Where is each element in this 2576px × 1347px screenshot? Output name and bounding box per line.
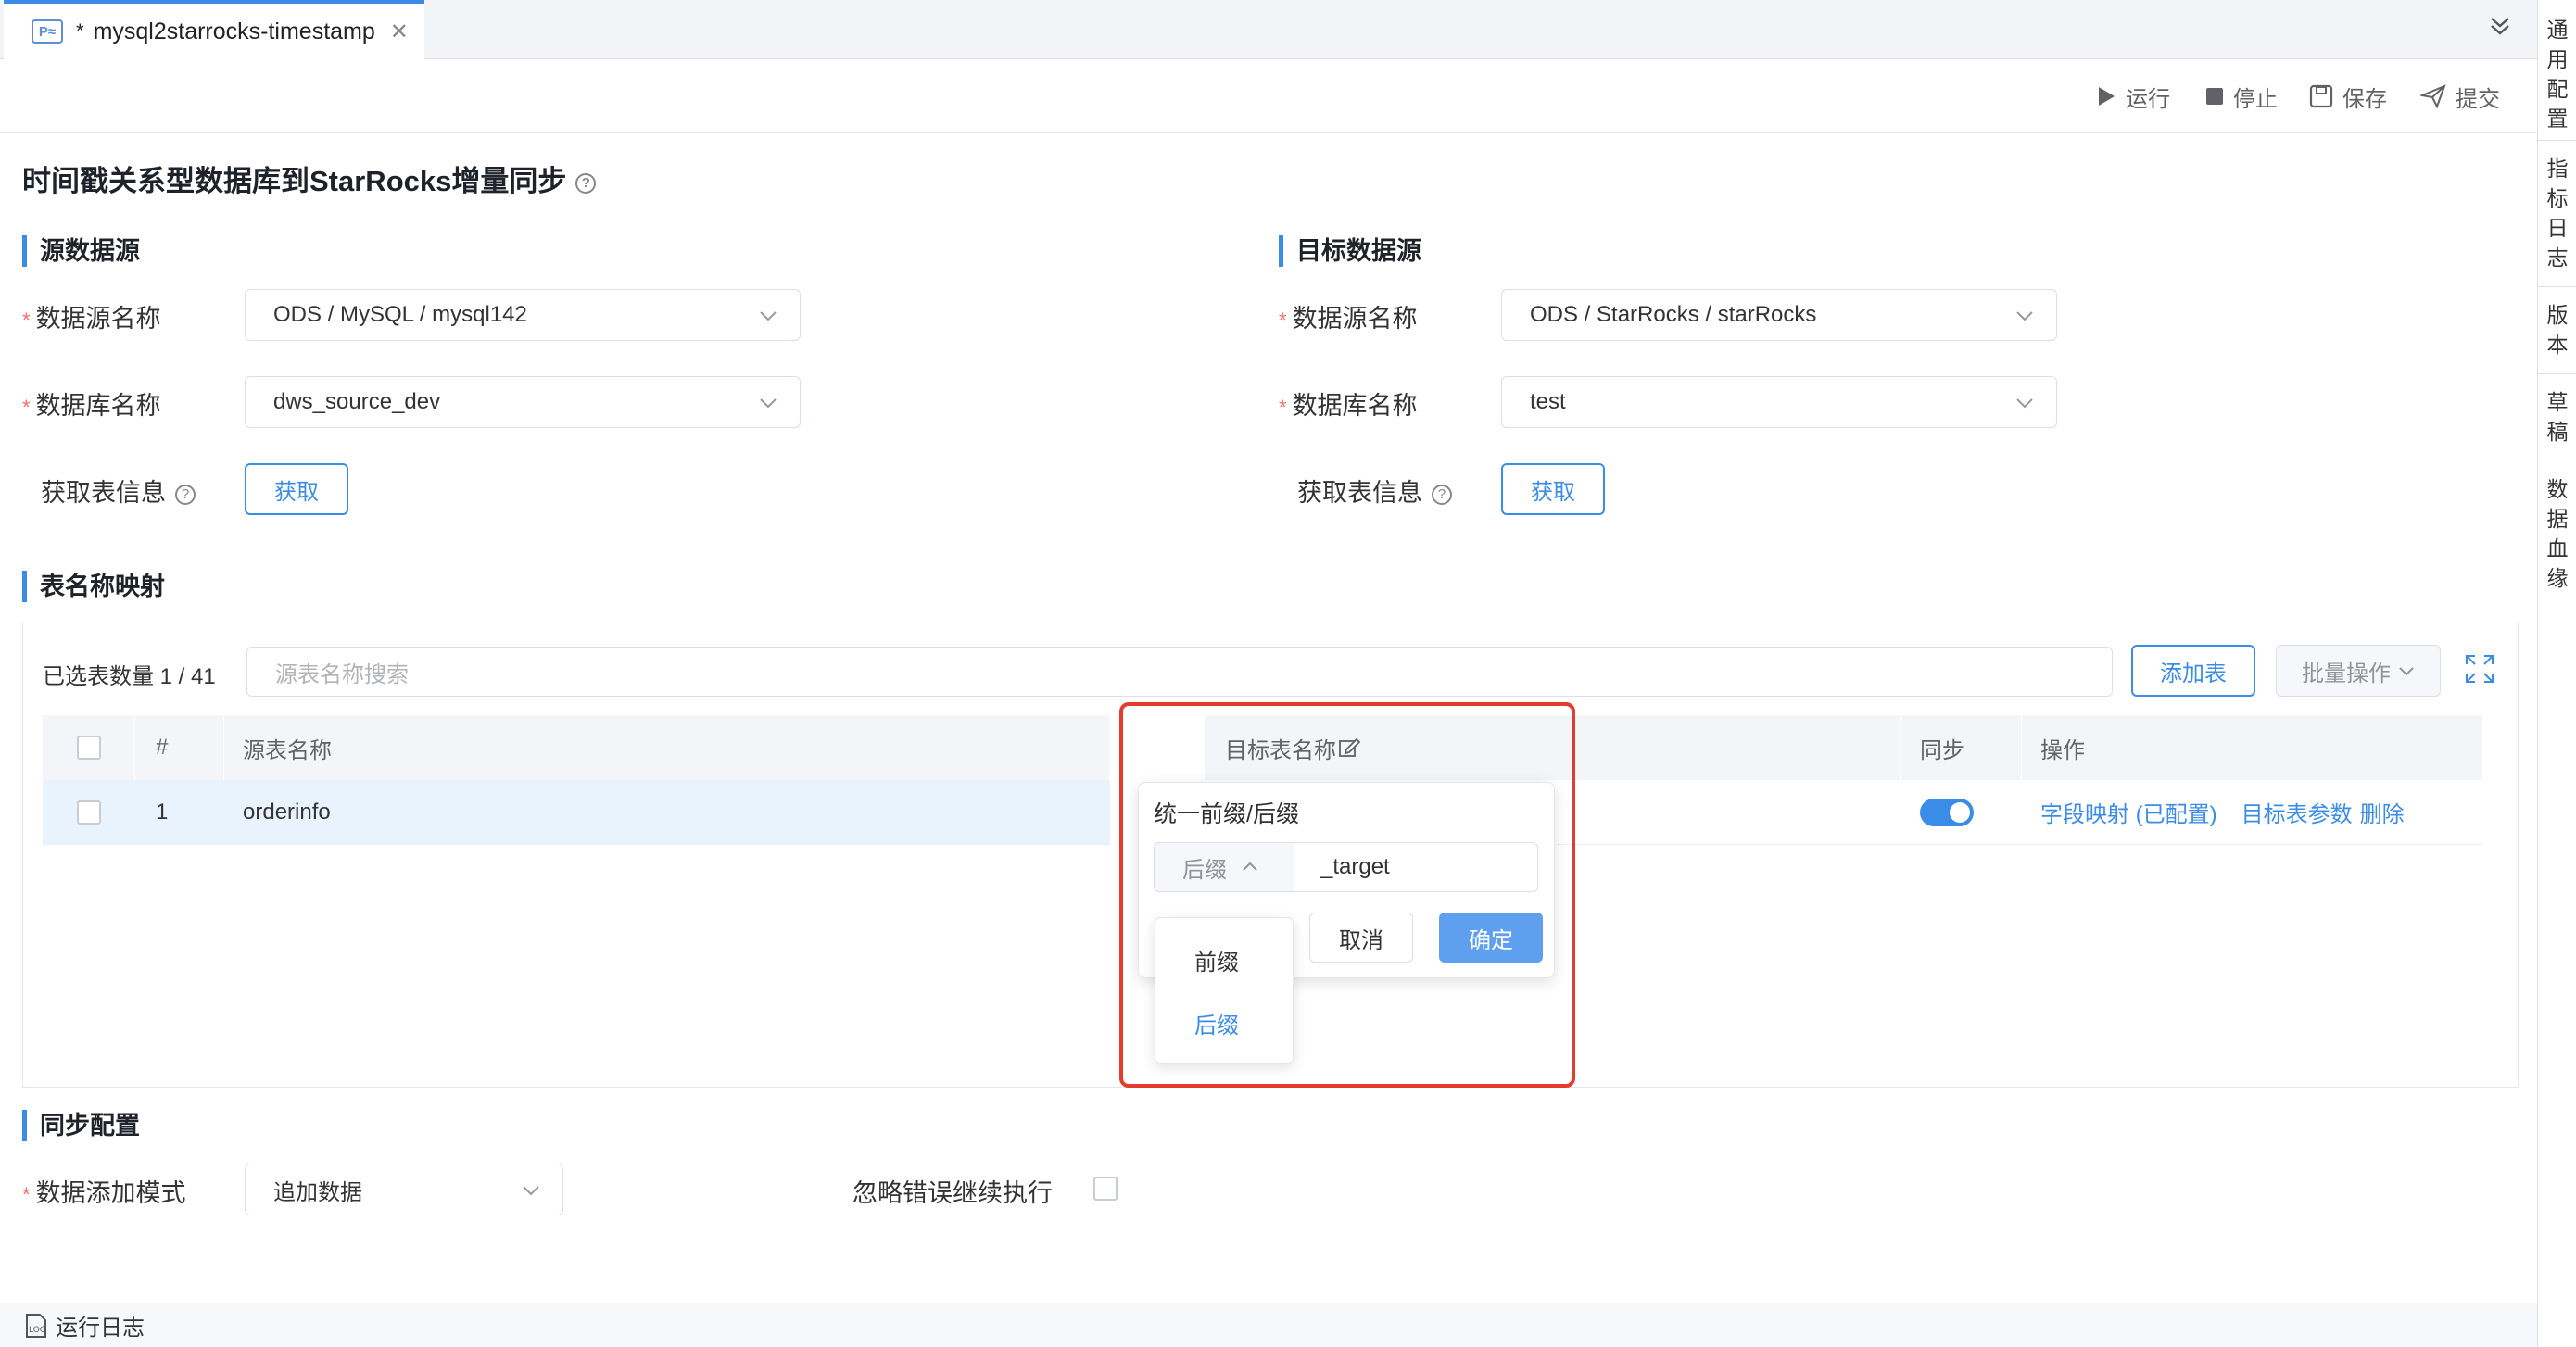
- toolbar: 运行 停止 保存 提交: [0, 59, 2537, 133]
- fullscreen-icon[interactable]: [2465, 654, 2494, 688]
- run-log-tab[interactable]: 运行日志: [56, 1309, 145, 1341]
- page-title-text: 时间戳关系型数据库到StarRocks增量同步: [22, 165, 567, 197]
- source-table-search-input[interactable]: 源表名称搜索: [246, 647, 2113, 697]
- help-icon[interactable]: ?: [175, 484, 196, 505]
- mapping-section-title: 表名称映射: [22, 571, 165, 602]
- stop-button[interactable]: 停止: [2205, 80, 2278, 113]
- bottom-bar: LOG 运行日志: [0, 1303, 2537, 1347]
- target-section-title: 目标数据源: [1279, 235, 1421, 267]
- target-ds-value: ODS / StarRocks / starRocks: [1530, 302, 1817, 327]
- append-mode-label: * 数据添加模式: [22, 1179, 186, 1207]
- sidebar-item-lineage[interactable]: 数据血缘: [2538, 469, 2576, 611]
- header-select-all[interactable]: [43, 715, 135, 780]
- delete-link[interactable]: 删除: [2360, 796, 2405, 828]
- cancel-button[interactable]: 取消: [1309, 913, 1413, 963]
- tab-bar: P≈ * mysql2starrocks-timestamp ✕: [0, 0, 2537, 59]
- log-file-icon: LOG: [26, 1313, 46, 1338]
- chevron-down-icon: [760, 398, 777, 409]
- row-source-table: orderinfo: [243, 799, 331, 825]
- stop-icon: [2206, 88, 2223, 105]
- submit-button[interactable]: 提交: [2420, 80, 2500, 113]
- chevron-down-icon: [760, 311, 777, 321]
- stop-label: 停止: [2233, 86, 2278, 112]
- batch-operation-button[interactable]: 批量操作: [2276, 645, 2441, 697]
- suffix-input[interactable]: _target: [1294, 842, 1538, 892]
- file-type-icon: P≈: [32, 19, 63, 44]
- popover-title: 统一前缀/后缀: [1154, 801, 1299, 827]
- submit-label: 提交: [2456, 86, 2500, 112]
- source-ds-value: ODS / MySQL / mysql142: [273, 302, 527, 327]
- sidebar-item-general-config[interactable]: 通用配置: [2538, 9, 2576, 141]
- chevron-down-icon: [2399, 667, 2414, 676]
- ignore-error-checkbox[interactable]: [1093, 1177, 1118, 1201]
- column-source-table: 源表名称: [224, 715, 1110, 780]
- sidebar-item-draft[interactable]: 草稿: [2538, 382, 2576, 459]
- source-db-value: dws_source_dev: [273, 389, 441, 414]
- right-sidebar: 通用配置 指标日志 版本 草稿 数据血缘: [2537, 0, 2576, 1347]
- batch-label: 批量操作: [2302, 661, 2391, 686]
- source-db-label: * 数据库名称: [22, 392, 161, 420]
- source-ds-label: * 数据源名称: [22, 305, 161, 333]
- append-mode-select[interactable]: 追加数据: [245, 1164, 563, 1215]
- target-table-params-link[interactable]: 目标表参数: [2241, 796, 2353, 828]
- source-fetch-button[interactable]: 获取: [245, 463, 348, 515]
- column-index: #: [135, 715, 224, 780]
- page-title: 时间戳关系型数据库到StarRocks增量同步?: [22, 157, 597, 199]
- chevron-down-icon: [523, 1186, 539, 1196]
- row-target-cell: [1557, 780, 1901, 845]
- target-database-select[interactable]: test: [1501, 376, 2057, 428]
- target-fetch-label: 获取表信息?: [1297, 472, 1452, 509]
- source-database-select[interactable]: dws_source_dev: [245, 376, 801, 428]
- source-fetch-label: 获取表信息?: [41, 472, 196, 509]
- sync-toggle[interactable]: [1920, 798, 1974, 826]
- target-ds-label: * 数据源名称: [1279, 305, 1418, 333]
- collapse-chevron-icon[interactable]: [2483, 13, 2517, 46]
- chevron-down-icon: [2016, 311, 2033, 321]
- save-button[interactable]: 保存: [2309, 80, 2387, 113]
- checkbox[interactable]: [76, 736, 101, 760]
- run-button[interactable]: 运行: [2096, 80, 2170, 113]
- help-icon[interactable]: ?: [575, 172, 597, 194]
- save-label: 保存: [2342, 86, 2387, 112]
- target-db-label: * 数据库名称: [1279, 392, 1418, 420]
- source-datasource-select[interactable]: ODS / MySQL / mysql142: [245, 289, 801, 341]
- svg-text:LOG: LOG: [29, 1326, 46, 1335]
- column-sync: 同步: [1901, 715, 2022, 780]
- row-sync-cell: [1901, 780, 2022, 845]
- row-index: 1: [156, 799, 169, 825]
- play-icon: [2099, 87, 2115, 106]
- checkbox[interactable]: [77, 800, 101, 825]
- option-suffix[interactable]: 后缀: [1155, 994, 1294, 1051]
- source-section-title: 源数据源: [22, 235, 140, 267]
- option-prefix[interactable]: 前缀: [1155, 931, 1294, 988]
- mode-value: 后缀: [1182, 857, 1227, 883]
- sidebar-item-metric-log[interactable]: 指标日志: [2538, 148, 2576, 287]
- file-tab[interactable]: P≈ * mysql2starrocks-timestamp ✕: [4, 0, 424, 59]
- save-icon: [2309, 84, 2333, 108]
- modified-indicator: *: [76, 19, 84, 43]
- sync-config-section-title: 同步配置: [22, 1110, 140, 1141]
- target-datasource-select[interactable]: ODS / StarRocks / starRocks: [1501, 289, 2057, 341]
- row-select[interactable]: [43, 780, 135, 845]
- sidebar-item-version[interactable]: 版本: [2538, 295, 2576, 374]
- prefix-suffix-select[interactable]: 后缀: [1154, 842, 1294, 892]
- field-mapping-link[interactable]: 字段映射 (已配置): [2040, 796, 2217, 828]
- target-db-value: test: [1530, 389, 1566, 414]
- close-icon[interactable]: ✕: [390, 19, 409, 45]
- selected-count: 已选表数量 1 / 41: [43, 664, 216, 689]
- tab-title: mysql2starrocks-timestamp: [93, 18, 375, 44]
- send-icon: [2420, 84, 2446, 108]
- row-actions: 字段映射 (已配置) 目标表参数 删除: [2022, 780, 2483, 845]
- append-mode-value: 追加数据: [273, 1179, 362, 1205]
- column-action: 操作: [2022, 715, 2483, 780]
- prefix-suffix-dropdown: 前缀 后缀: [1155, 917, 1294, 1064]
- target-fetch-button[interactable]: 获取: [1501, 463, 1605, 515]
- chevron-up-icon: [1243, 862, 1257, 871]
- help-icon[interactable]: ?: [1432, 484, 1452, 505]
- confirm-button[interactable]: 确定: [1439, 913, 1543, 963]
- run-label: 运行: [2126, 86, 2170, 112]
- add-table-button[interactable]: 添加表: [2131, 645, 2255, 697]
- ignore-error-label: 忽略错误继续执行: [852, 1179, 1053, 1207]
- chevron-down-icon: [2016, 398, 2033, 409]
